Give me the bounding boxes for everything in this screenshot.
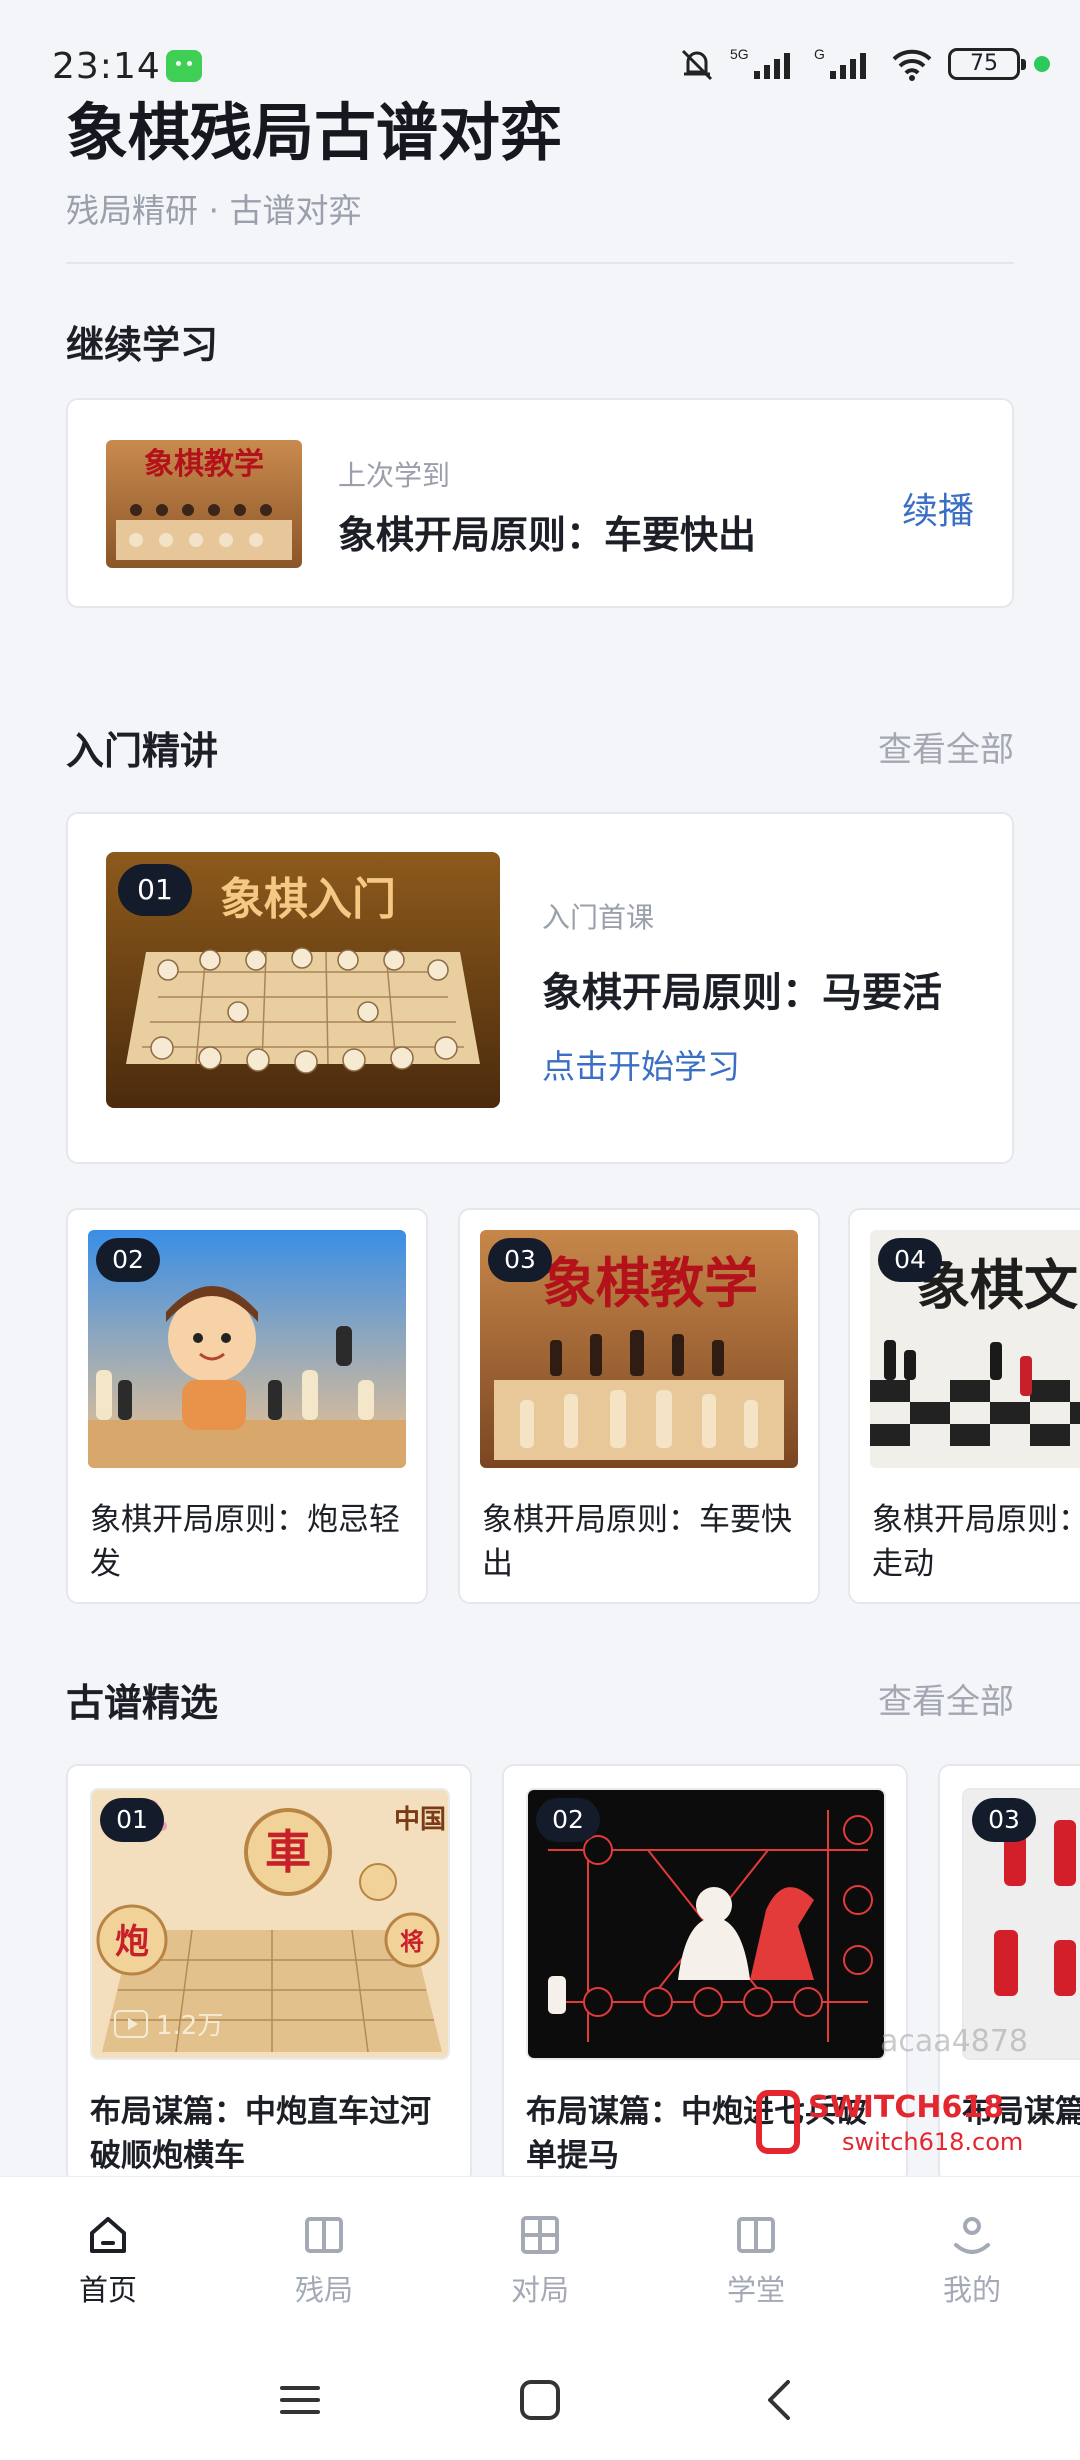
intro-see-all-link[interactable]: 查看全部 — [878, 722, 1014, 771]
nav-profile[interactable]: 我的 — [864, 2177, 1080, 2336]
nav-academy[interactable]: 学堂 — [648, 2177, 864, 2336]
svg-text:炮: 炮 — [115, 1922, 149, 1962]
start-learning-link[interactable]: 点击开始学习 — [542, 1040, 740, 1088]
classic-thumbnail: 01 車 炮 将 中国 1.2万 — [90, 1788, 450, 2060]
header-divider — [66, 262, 1014, 264]
classic-number-badge: 03 — [972, 1798, 1036, 1842]
course-thumbnail: 03 象棋教学 — [480, 1230, 798, 1468]
book-open-icon — [737, 2217, 775, 2253]
nav-endgame[interactable]: 残局 — [216, 2177, 432, 2336]
svg-text:将: 将 — [400, 1927, 424, 1956]
book-icon — [305, 2217, 343, 2253]
status-icons: 5G G 75 — [678, 44, 1050, 84]
watermark-text: acaa4878 — [880, 2024, 1028, 2059]
watermark-brand: SWITCH618 — [808, 2090, 1005, 2125]
svg-text:中国: 中国 — [394, 1805, 446, 1835]
featured-course-title: 象棋开局原则：马要活 — [542, 970, 942, 1016]
course-number-badge: 04 — [878, 1238, 942, 1282]
back-icon[interactable] — [758, 2378, 802, 2422]
watermark-url: switch618.com — [842, 2128, 1024, 2156]
classic-title: 布局谋篇：中炮直车过河破顺炮横车 — [90, 2094, 431, 2174]
featured-course-card[interactable]: 01 象棋入门 入门首课 象棋开局原则：马要活 点击开始学习 — [66, 812, 1014, 1164]
grid-icon — [521, 2216, 559, 2254]
featured-small-label: 入门首课 — [542, 901, 655, 934]
play-icon — [114, 2009, 148, 2038]
featured-thumbnail: 01 象棋入门 — [106, 852, 500, 1108]
course-title: 象棋开局原则：车要快出 — [482, 1502, 792, 1582]
course-number-badge: 01 — [118, 864, 192, 916]
classic-thumbnail: 02 — [526, 1788, 886, 2060]
bottom-navigation: 首页 残局 对局 学堂 我的 — [0, 2176, 1080, 2336]
classic-thumbnail: 03 — [962, 1788, 1080, 2060]
svg-text:車: 車 — [265, 1825, 311, 1879]
resume-button[interactable]: 续播 — [902, 482, 974, 534]
watermark-logo — [756, 2090, 800, 2154]
nav-match[interactable]: 对局 — [432, 2177, 648, 2336]
classics-section-title: 古谱精选 — [66, 1681, 219, 1725]
page-title: 象棋残局古谱对弈 — [66, 96, 563, 169]
course-card[interactable]: 03 象棋教学 象棋开局原则：车要快出 — [458, 1208, 820, 1604]
nav-label: 学堂 — [726, 2273, 785, 2307]
android-notification-icon — [166, 50, 202, 82]
battery-icon: 75 — [948, 48, 1026, 80]
classics-see-all-link[interactable]: 查看全部 — [878, 1674, 1014, 1723]
system-navigation-bar — [0, 2336, 1080, 2460]
view-count: 1.2万 — [114, 2005, 223, 2042]
course-thumbnail: 02 — [88, 1230, 406, 1468]
course-number-badge: 02 — [96, 1238, 160, 1282]
page-subtitle: 残局精研 · 古谱对弈 — [66, 191, 362, 230]
course-card[interactable]: 04 象棋文 象棋开局原则：不要多走动 — [848, 1208, 1080, 1604]
nav-label: 残局 — [294, 2273, 353, 2307]
svg-text:象棋入门: 象棋入门 — [220, 874, 396, 925]
mute-bell-icon — [681, 49, 713, 81]
continue-learning-card[interactable]: 象棋教学 上次学到 象棋开局原则：车要快出 续播 — [66, 398, 1014, 608]
menu-icon[interactable] — [278, 2378, 322, 2422]
nav-label: 我的 — [942, 2273, 1001, 2307]
nav-label: 对局 — [510, 2273, 569, 2307]
home-square-icon[interactable] — [518, 2378, 562, 2422]
signal-g-icon: G — [814, 46, 866, 79]
status-time: 23:14 — [52, 46, 161, 87]
user-icon — [954, 2217, 990, 2254]
intro-section-title: 入门精讲 — [66, 729, 219, 773]
course-title: 象棋开局原则：炮忌轻发 — [90, 1502, 400, 1582]
svg-text:G: G — [814, 46, 825, 62]
signal-5g-icon: 5G — [730, 46, 790, 79]
svg-text:象棋教学: 象棋教学 — [542, 1251, 758, 1315]
nav-home[interactable]: 首页 — [0, 2177, 216, 2336]
last-learned-label: 上次学到 — [338, 459, 451, 492]
privacy-indicator-dot — [1034, 56, 1050, 72]
continue-section-title: 继续学习 — [66, 323, 219, 367]
svg-text:5G: 5G — [730, 46, 749, 62]
course-number-badge: 03 — [488, 1238, 552, 1282]
thumb-caption: 象棋教学 — [144, 447, 264, 482]
nav-label: 首页 — [78, 2273, 137, 2307]
classic-number-badge: 02 — [536, 1798, 600, 1842]
wifi-icon — [892, 49, 932, 81]
course-card[interactable]: 02 象棋开局原则：炮忌轻发 — [66, 1208, 428, 1604]
course-thumbnail: 04 象棋文 — [870, 1230, 1080, 1468]
intro-course-carousel[interactable]: 02 象棋开局原则：炮忌轻发 03 象棋教学 象棋开局原则：车要快出 04 象棋… — [66, 1208, 1080, 1608]
continue-thumbnail: 象棋教学 — [106, 440, 302, 568]
classic-number-badge: 01 — [100, 1798, 164, 1842]
classic-card[interactable]: 01 車 炮 将 中国 1.2万 布局谋篇：中炮直车过河破顺炮横车 — [66, 1764, 472, 2176]
course-title: 象棋开局原则：不要多走动 — [872, 1502, 1080, 1582]
home-icon — [90, 2217, 126, 2253]
last-lesson-title: 象棋开局原则：车要快出 — [338, 513, 757, 557]
